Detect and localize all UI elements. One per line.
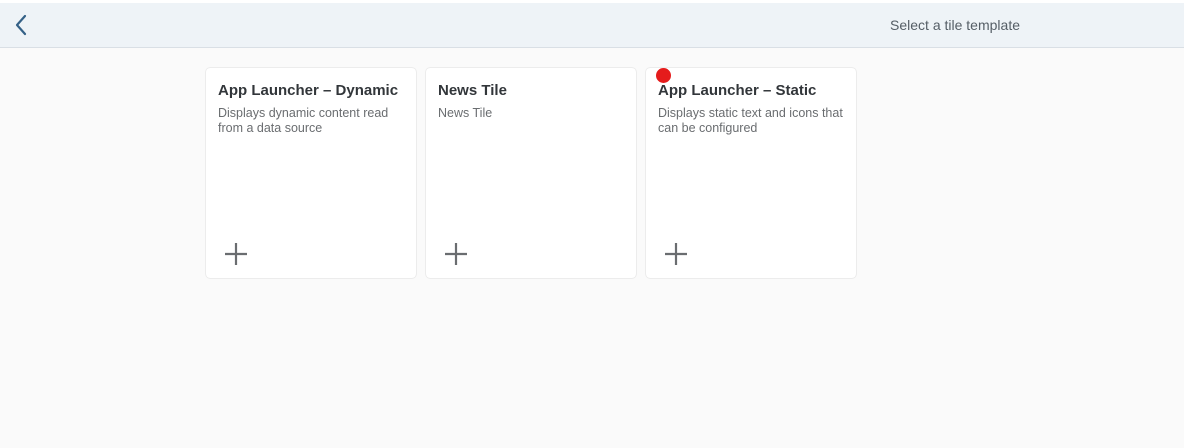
back-button[interactable] bbox=[8, 11, 36, 39]
plus-icon[interactable] bbox=[664, 242, 688, 266]
tile-title: App Launcher – Dynamic bbox=[218, 82, 399, 99]
plus-icon[interactable] bbox=[224, 242, 248, 266]
tile-app-launcher-static[interactable]: App Launcher – Static Displays static te… bbox=[646, 68, 856, 278]
tile-subtitle: News Tile bbox=[438, 106, 493, 120]
tile-title: News Tile bbox=[438, 82, 507, 99]
page-title: Select a tile template bbox=[890, 17, 1020, 33]
tile-news[interactable]: News Tile News Tile bbox=[426, 68, 636, 278]
marker-dot bbox=[656, 68, 671, 83]
chevron-left-icon bbox=[8, 11, 36, 39]
tile-subtitle: Displays dynamic content read from a dat… bbox=[218, 106, 389, 135]
header-bar: Select a tile template bbox=[0, 3, 1184, 48]
tile-app-launcher-dynamic[interactable]: App Launcher – Dynamic Displays dynamic … bbox=[206, 68, 416, 278]
plus-icon[interactable] bbox=[444, 242, 468, 266]
tile-title: App Launcher – Static bbox=[658, 82, 817, 99]
tile-subtitle: Displays static text and icons that can … bbox=[658, 106, 843, 135]
